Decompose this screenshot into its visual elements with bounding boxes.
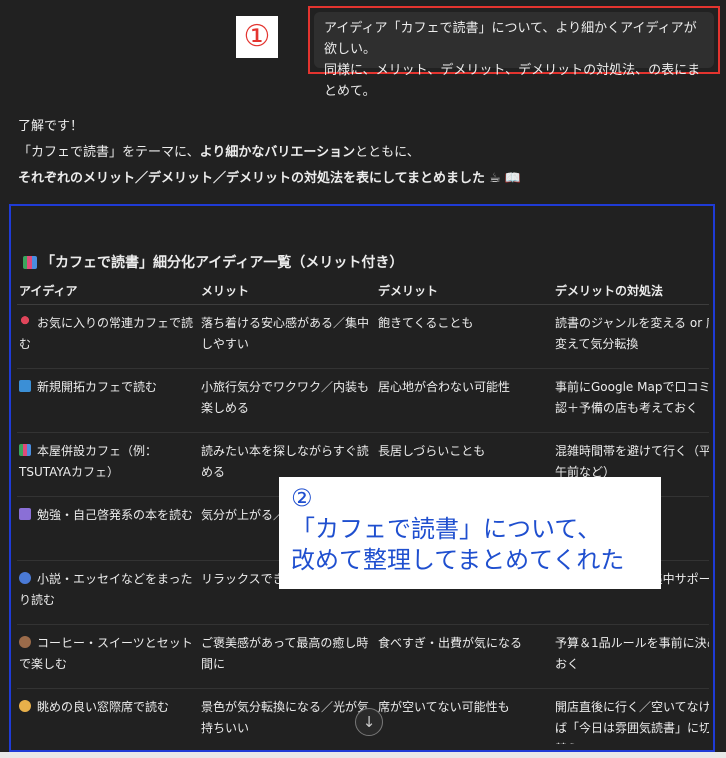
- cell-idea: 本屋併設カフェ（例：TSUTAYAカフェ）: [19, 444, 158, 479]
- annotation-note-2: ② 「カフェで読書」について、 改めて整理してまとめてくれた: [279, 477, 661, 589]
- coffee-icon: [19, 636, 31, 648]
- user-message-bubble: アイディア「カフェで読書」について、より細かくアイディアが欲しい。 同様に、メリ…: [314, 12, 714, 99]
- arrow-down-icon: ↓: [362, 713, 376, 731]
- book-icon: [19, 508, 31, 520]
- table-row: コーヒー・スイーツとセットで楽しむ ご褒美感があって最高の癒し時間に 食べすぎ・…: [17, 624, 709, 689]
- table-title: 「カフェで読書」細分化アイディア一覧（メリット付き）: [23, 252, 403, 272]
- cell-idea: お気に入りの常連カフェで読む: [19, 316, 194, 351]
- cell-remedy: 読書のジャンルを変える or 席を変えて気分転換: [553, 304, 709, 369]
- user-message-line1: アイディア「カフェで読書」について、より細かくアイディアが欲しい。: [324, 21, 697, 57]
- assistant-reply: 了解です！ 「カフェで読書」をテーマに、より細かなバリエーションとともに、 それ…: [18, 114, 521, 192]
- cell-remedy: 事前にGoogle Mapで口コミ確認＋予備の店も考えておく: [553, 368, 709, 433]
- cell-remedy: 開店直後に行く／空いてなければ「今日は雰囲気読書」に切り替え: [553, 688, 709, 744]
- user-message-line2: 同様に、メリット、デメリット、デメリットの対処法、の表にまとめて。: [324, 63, 701, 99]
- cell-idea: 新規開拓カフェで読む: [37, 380, 158, 394]
- note-line1: 「カフェで読書」について、: [291, 515, 602, 543]
- cell-idea: コーヒー・スイーツとセットで楽しむ: [19, 636, 193, 671]
- pin-icon: [19, 316, 31, 328]
- reply-line2: 「カフェで読書」をテーマに、より細かなバリエーションとともに、: [18, 145, 420, 160]
- header-idea: アイディア: [17, 276, 199, 305]
- table-row: お気に入りの常連カフェで読む 落ち着ける安心感がある／集中しやすい 飽きてくるこ…: [17, 304, 709, 369]
- cell-demerit: 食べすぎ・出費が気になる: [376, 624, 553, 689]
- note-line2: 改めて整理してまとめてくれた: [291, 546, 625, 574]
- annotation-marker-1: ①: [236, 16, 278, 58]
- cell-demerit: 居心地が合わない可能性: [376, 368, 553, 433]
- cell-demerit: 飽きてくることも: [376, 304, 553, 369]
- table-row: 新規開拓カフェで読む 小旅行気分でワクワク／内装も楽しめる 居心地が合わない可能…: [17, 368, 709, 433]
- cell-merit: 落ち着ける安心感がある／集中しやすい: [199, 304, 376, 369]
- scroll-down-button[interactable]: ↓: [355, 708, 383, 736]
- cell-merit: 小旅行気分でワクワク／内装も楽しめる: [199, 368, 376, 433]
- cell-idea: 勉強・自己啓発系の本を読む: [37, 508, 194, 522]
- coffee-book-icons: ☕ 📖: [489, 171, 522, 186]
- table-header-row: アイディア メリット デメリット デメリットの対処法: [17, 276, 709, 305]
- cell-demerit: 席が空いてない可能性も: [376, 688, 553, 744]
- cell-merit: 景色が気分転換になる／光が気持ちいい: [199, 688, 376, 744]
- cell-remedy: 予算＆1品ルールを事前に決めておく: [553, 624, 709, 689]
- reader-icon: [19, 572, 31, 584]
- bottom-edge: [0, 752, 726, 758]
- header-merit: メリット: [199, 276, 376, 305]
- cell-merit: ご褒美感があって最高の癒し時間に: [199, 624, 376, 689]
- books-icon: [19, 444, 31, 456]
- person-icon: [19, 700, 31, 712]
- header-demerit: デメリット: [376, 276, 553, 305]
- header-remedy: デメリットの対処法: [553, 276, 709, 305]
- books-icon: [23, 256, 37, 269]
- cell-idea: 眺めの良い窓際席で読む: [37, 700, 170, 714]
- cell-idea: 小説・エッセイなどをまったり読む: [19, 572, 193, 607]
- reply-line1: 了解です！: [18, 119, 84, 134]
- reply-line3: それぞれのメリット／デメリット／デメリットの対処法を表にしてまとめました ☕ 📖: [18, 171, 522, 186]
- map-icon: [19, 380, 31, 392]
- annotation-marker-2: ②: [291, 484, 313, 512]
